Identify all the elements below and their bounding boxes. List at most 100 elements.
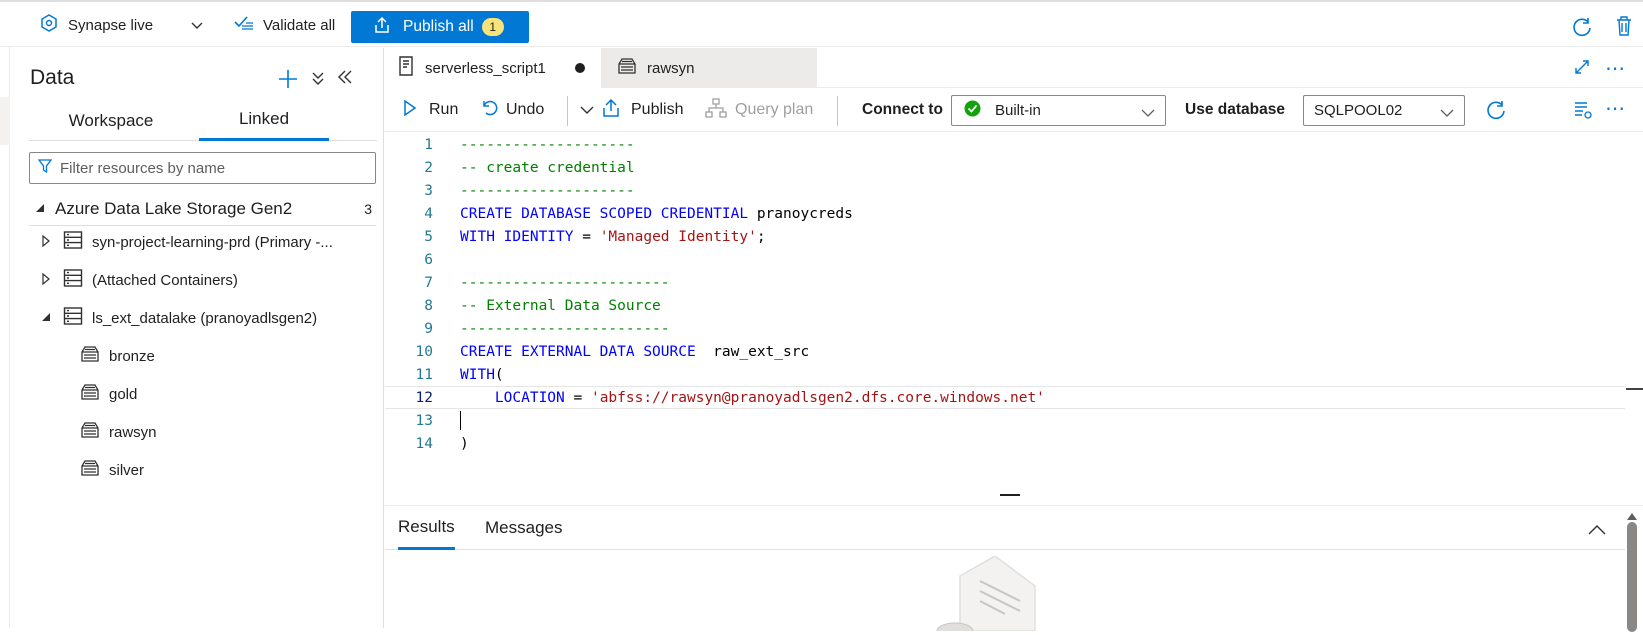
sql-code-editor[interactable]: 1 -------------------- 2 -- create crede… (385, 133, 1625, 473)
line-number: 10 (415, 343, 433, 360)
use-database-dropdown[interactable]: SQLPOOL02 (1303, 95, 1465, 126)
caret-expanded-icon (41, 310, 51, 327)
filter-box[interactable] (29, 152, 376, 184)
code-line: 4 CREATE DATABASE SCOPED CREDENTIAL pran… (385, 202, 1625, 225)
caret-collapsed-icon (41, 272, 51, 289)
line-number: 2 (424, 159, 433, 176)
container-label: gold (109, 385, 138, 403)
data-pivot-tabs: Workspace Linked (29, 100, 377, 141)
tab-linked[interactable]: Linked (199, 100, 329, 141)
use-database-value: SQLPOOL02 (1314, 102, 1403, 119)
line-number: 12 (415, 389, 433, 406)
left-nav-strip (0, 47, 10, 628)
container-label: silver (109, 461, 145, 479)
discard-all-icon[interactable] (1614, 15, 1634, 41)
container-bronze[interactable]: bronze (80, 343, 155, 369)
tab-messages[interactable]: Messages (485, 506, 562, 550)
toolbar-divider (567, 96, 568, 126)
query-plan-label: Query plan (735, 101, 814, 118)
editor-toolbar: Run Undo Publish Query plan Connect to B… (385, 88, 1643, 132)
publish-label: Publish (631, 101, 684, 118)
container-icon (80, 422, 100, 442)
filter-resources-input[interactable] (60, 159, 350, 177)
more-options-icon[interactable]: ⋯ (1605, 96, 1625, 121)
overview-ruler-marker (1626, 388, 1643, 390)
code-text: CREATE EXTERNAL DATA SOURCE raw_ext_src (460, 343, 810, 360)
nav-highlight (0, 97, 10, 145)
code-text: WITH( (460, 366, 504, 383)
connect-to-label: Connect to (862, 101, 943, 118)
data-explorer-panel: Data Workspace Linked Azure Data Lake St… (11, 48, 384, 628)
container-rawsyn[interactable]: rawsyn (80, 419, 157, 445)
section-adls-gen2[interactable]: Azure Data Lake Storage Gen2 3 (29, 192, 376, 226)
add-icon[interactable] (277, 68, 299, 94)
scrollbar-thumb[interactable] (1627, 522, 1637, 632)
chevron-up-icon[interactable] (1588, 522, 1606, 539)
tree-item-ls-ext-datalake[interactable]: ls_ext_datalake (pranoyadlsgen2) (41, 305, 317, 331)
more-options-icon[interactable]: ⋯ (1605, 56, 1626, 81)
undo-icon (480, 99, 498, 122)
code-line: 7 ------------------------ (385, 271, 1625, 294)
use-database-label: Use database (1185, 101, 1285, 118)
tab-rawsyn[interactable]: rawsyn (601, 48, 817, 88)
refresh-icon[interactable] (1485, 99, 1507, 125)
section-label: Azure Data Lake Storage Gen2 (55, 198, 293, 218)
validate-all-button[interactable]: Validate all (233, 13, 335, 37)
code-line: 5 WITH IDENTITY = 'Managed Identity'; (385, 225, 1625, 248)
tree-item-label: syn-project-learning-prd (Primary -... (92, 233, 333, 251)
code-text: LOCATION = 'abfss://rawsyn@pranoyadlsgen… (494, 389, 1045, 406)
container-silver[interactable]: silver (80, 457, 144, 483)
undo-button[interactable]: Undo (480, 88, 544, 132)
pending-changes-badge: 1 (481, 18, 504, 36)
chevron-down-icon[interactable] (580, 102, 594, 119)
upload-icon (373, 16, 391, 39)
tab-label: serverless_script1 (425, 59, 546, 77)
validate-icon (233, 14, 255, 36)
run-button[interactable]: Run (403, 88, 458, 132)
splitter-handle[interactable] (1000, 494, 1020, 496)
section-count: 3 (364, 200, 372, 217)
container-gold[interactable]: gold (80, 381, 137, 407)
caret-expanded-icon (35, 200, 45, 217)
publish-button[interactable]: Publish (601, 88, 683, 132)
publish-all-label: Publish all (403, 18, 474, 35)
workspace-mode-selector[interactable]: Synapse live (40, 13, 203, 37)
line-number: 8 (424, 297, 433, 314)
tab-label: rawsyn (647, 59, 695, 77)
code-line: 2 -- create credential (385, 156, 1625, 179)
hierarchy-icon (705, 97, 727, 123)
publish-all-button[interactable]: Publish all 1 (351, 11, 529, 43)
code-line-current: 12 LOCATION = 'abfss://rawsyn@pranoyadls… (385, 386, 1625, 409)
line-number: 11 (415, 366, 433, 383)
expand-all-icon[interactable] (311, 70, 325, 90)
line-number: 5 (424, 228, 433, 245)
properties-icon[interactable] (1573, 100, 1593, 124)
sql-script-icon (397, 56, 415, 80)
chevron-down-icon[interactable] (191, 17, 203, 34)
code-text: CREATE DATABASE SCOPED CREDENTIAL pranoy… (460, 205, 853, 222)
tab-workspace[interactable]: Workspace (29, 100, 193, 141)
filter-icon (37, 159, 53, 177)
connect-to-dropdown[interactable]: Built-in (951, 95, 1166, 126)
synapse-icon (40, 14, 58, 36)
query-plan-button[interactable]: Query plan (705, 88, 813, 132)
tree-item-attached-containers[interactable]: (Attached Containers) (41, 267, 238, 293)
tree-item-syn-project[interactable]: syn-project-learning-prd (Primary -... (41, 229, 333, 255)
unsaved-dot-icon (575, 63, 585, 73)
tab-results[interactable]: Results (398, 506, 455, 550)
storage-account-icon (63, 268, 83, 292)
tab-serverless-script1[interactable]: serverless_script1 (385, 48, 601, 88)
refresh-icon[interactable] (1571, 16, 1593, 42)
container-icon (617, 58, 637, 78)
code-line: 9 ------------------------ (385, 317, 1625, 340)
results-tab-bar: Results Messages (385, 506, 1625, 550)
run-label: Run (429, 101, 459, 118)
line-number: 9 (424, 320, 433, 337)
maximize-icon[interactable] (1573, 58, 1591, 80)
code-text: -- create credential (460, 159, 635, 176)
storage-account-icon (63, 306, 83, 330)
empty-results-illustration (925, 555, 1055, 635)
panel-title: Data (30, 66, 75, 89)
top-command-bar: Synapse live Validate all Publish all 1 (0, 0, 1643, 47)
collapse-panel-icon[interactable] (337, 70, 353, 88)
